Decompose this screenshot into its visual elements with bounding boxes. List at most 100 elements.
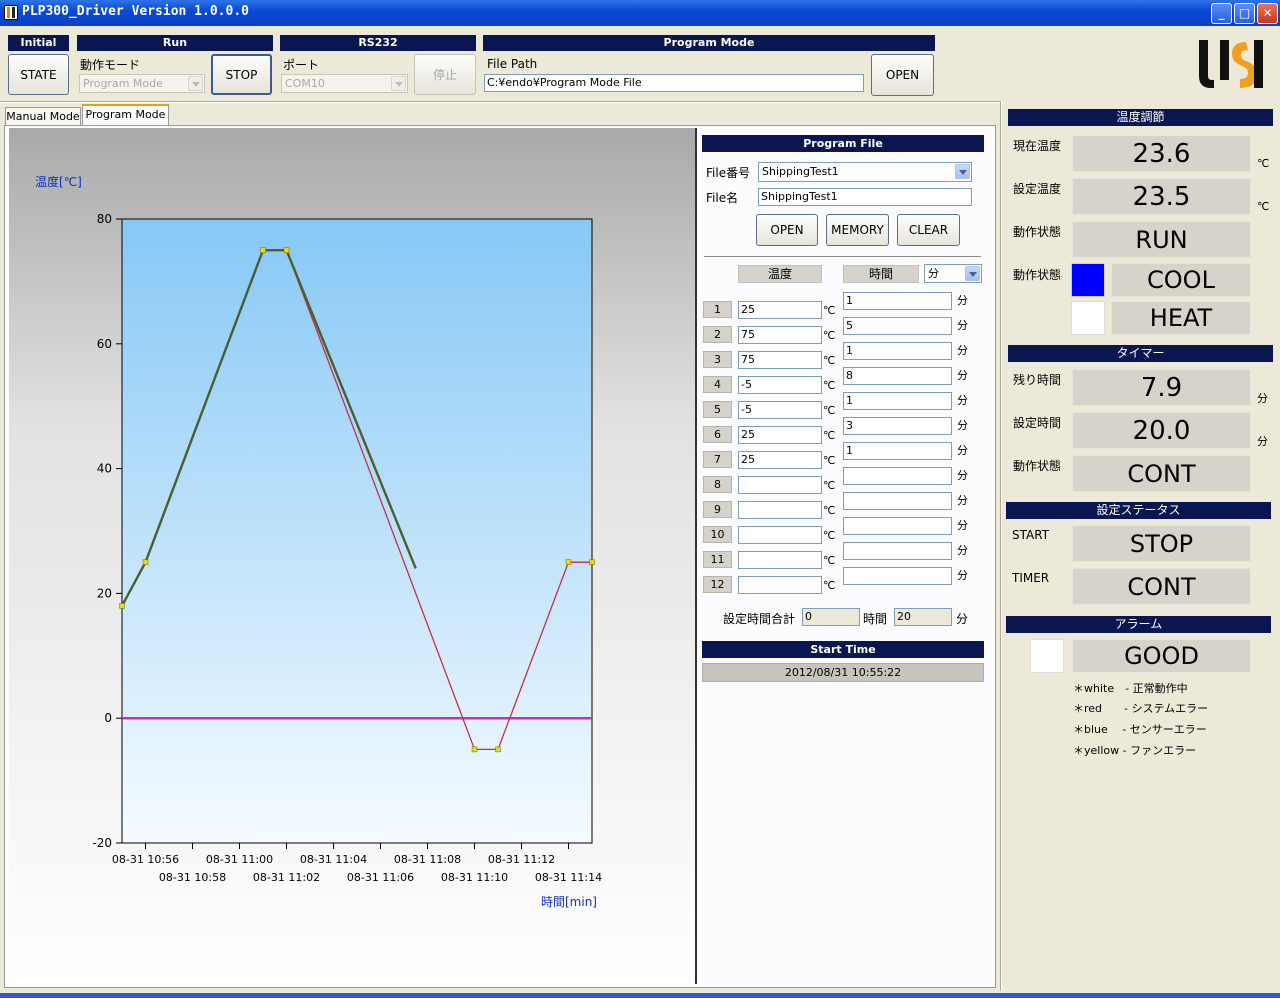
mode-label: 動作モード [80, 58, 141, 72]
temp-input[interactable]: -5 [738, 376, 822, 394]
y-tick-label: 0 [104, 711, 112, 725]
temp-input[interactable] [738, 501, 822, 519]
rs232-header: RS232 [280, 35, 476, 51]
x-tick-label: 08-31 11:02 [253, 871, 320, 884]
set-temp-label: 設定温度 [1013, 182, 1062, 196]
run-header: Run [77, 35, 273, 51]
temp-input[interactable]: 25 [738, 451, 822, 469]
total-hours-field: 0 [802, 608, 860, 626]
time-input[interactable]: 1 [843, 292, 952, 310]
temp-input[interactable]: 25 [738, 426, 822, 444]
temp-unit-label: ℃ [823, 304, 836, 317]
file-path-field[interactable]: C:¥endo¥Program Mode File [484, 74, 864, 92]
time-input[interactable] [843, 567, 952, 585]
time-input[interactable] [843, 492, 952, 510]
row-number: 4 [703, 376, 732, 393]
clear-button[interactable]: CLEAR [897, 214, 960, 246]
y-tick-label: 80 [97, 212, 112, 226]
usl-logo-icon [1199, 40, 1263, 88]
time-input[interactable] [843, 467, 952, 485]
chevron-down-icon [955, 164, 970, 179]
x-tick-label: 08-31 11:00 [206, 853, 273, 866]
time-input[interactable]: 3 [843, 417, 952, 435]
start-status-display: STOP [1072, 525, 1251, 562]
temp-input[interactable] [738, 551, 822, 569]
program-mode-header: Program Mode [483, 35, 935, 51]
file-no-select[interactable]: ShippingTest1 [758, 162, 972, 182]
tab-program-mode[interactable]: Program Mode [82, 104, 169, 126]
total-time-label: 設定時間合計 [723, 612, 796, 626]
setpoint-marker [471, 746, 478, 753]
port-select[interactable]: COM10 [281, 74, 408, 93]
program-open-button[interactable]: OPEN [756, 214, 818, 246]
stop-button[interactable]: STOP [211, 54, 272, 95]
time-unit-label: 分 [957, 319, 968, 332]
window-title: PLP300_Driver Version 1.0.0.0 [22, 4, 249, 19]
maximize-button[interactable]: □ [1234, 3, 1255, 24]
file-name-label: File名 [706, 191, 739, 205]
time-input[interactable] [843, 542, 952, 560]
time-unit-label: 分 [957, 394, 968, 407]
file-open-button[interactable]: OPEN [871, 54, 934, 96]
setpoint-marker [495, 746, 501, 753]
mode-select[interactable]: Program Mode [79, 74, 205, 93]
temp-input[interactable]: 75 [738, 351, 822, 369]
temp-column-header: 温度 [738, 265, 822, 283]
port-stop-button[interactable]: 停止 [414, 54, 476, 95]
state-button[interactable]: STATE [8, 54, 69, 95]
time-input[interactable]: 1 [843, 392, 952, 410]
time-input[interactable]: 8 [843, 367, 952, 385]
minimize-button[interactable]: _ [1211, 3, 1232, 24]
close-button[interactable]: ✕ [1257, 3, 1278, 24]
memory-button[interactable]: MEMORY [826, 214, 889, 246]
temp-unit-label: ℃ [823, 329, 836, 342]
time-input[interactable]: 1 [843, 442, 952, 460]
setting-status-header: 設定ステータス [1006, 502, 1271, 519]
x-tick-label: 08-31 10:56 [112, 853, 179, 866]
legend-red: ＊red - システムエラー [1073, 702, 1209, 715]
temp-input[interactable]: 75 [738, 326, 822, 344]
temp-unit-label: ℃ [823, 579, 836, 592]
cool-display: COOL [1111, 263, 1251, 297]
temp-unit-label: ℃ [823, 354, 836, 367]
temp-input[interactable] [738, 526, 822, 544]
row-number: 8 [703, 476, 732, 493]
timer-state-label: 動作状態 [1013, 459, 1062, 473]
temp-input[interactable] [738, 476, 822, 494]
time-input[interactable]: 5 [843, 317, 952, 335]
file-path-label: File Path [487, 57, 538, 71]
time-input[interactable]: 1 [843, 342, 952, 360]
temp-input[interactable]: -5 [738, 401, 822, 419]
op-state2-label: 動作状態 [1013, 268, 1062, 282]
tab-manual-mode[interactable]: Manual Mode [5, 107, 81, 125]
chevron-down-icon [965, 266, 980, 281]
program-file-header: Program File [702, 135, 984, 152]
temp-unit-label: ℃ [823, 379, 836, 392]
app-icon [4, 5, 18, 20]
row-number: 7 [703, 451, 732, 468]
row-number: 2 [703, 326, 732, 343]
temp-unit-label: ℃ [823, 454, 836, 467]
remaining-label: 残り時間 [1013, 373, 1062, 387]
cool-indicator [1071, 263, 1105, 297]
current-temp-label: 現在温度 [1013, 139, 1062, 153]
temp-input[interactable]: 25 [738, 301, 822, 319]
legend-yellow: ＊yellow - ファンエラー [1073, 744, 1197, 757]
time-unit-label: 分 [957, 344, 968, 357]
set-temp-display: 23.5 [1072, 178, 1251, 215]
panel-separator [1000, 101, 1002, 991]
temp-input[interactable] [738, 576, 822, 594]
y-axis-label: 温度[℃] [35, 174, 82, 189]
x-tick-label: 08-31 11:06 [347, 871, 414, 884]
legend-white: ＊white - 正常動作中 [1073, 682, 1188, 695]
temp-unit-label: ℃ [823, 429, 836, 442]
time-unit-label: 分 [957, 494, 968, 507]
taskbar-edge [0, 993, 1280, 998]
time-unit-select[interactable]: 分 [924, 264, 982, 283]
file-name-field[interactable]: ShippingTest1 [758, 188, 972, 206]
y-tick-label: -20 [92, 836, 112, 850]
setpoint-marker [283, 247, 290, 253]
y-tick-label: 20 [97, 586, 112, 600]
timer-state-display: CONT [1072, 455, 1251, 492]
time-input[interactable] [843, 517, 952, 535]
